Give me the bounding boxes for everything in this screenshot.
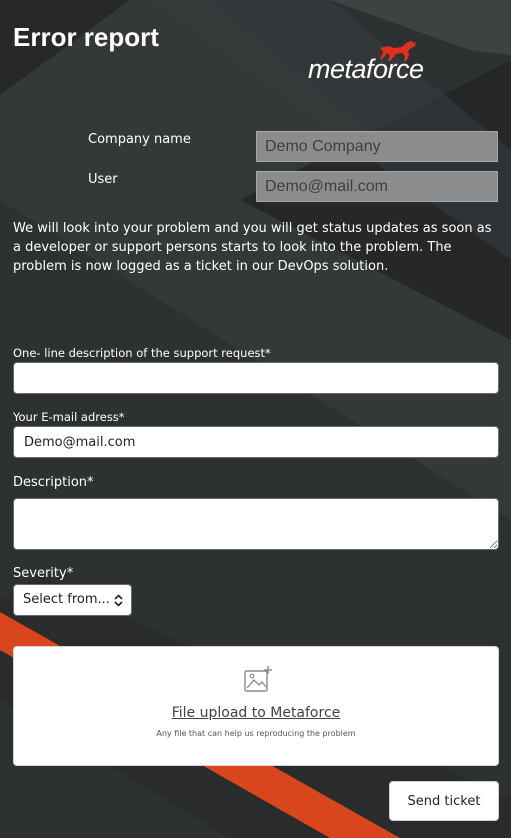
- oneline-label: One- line description of the support req…: [13, 346, 271, 360]
- severity-selected-value: Select from...: [23, 592, 110, 607]
- description-label: Description*: [13, 475, 94, 490]
- file-upload-link[interactable]: File upload to Metaforce: [14, 705, 498, 721]
- metaforce-logo: metaforce: [308, 40, 448, 90]
- file-upload-hint: Any file that can help us reproducing th…: [156, 729, 356, 738]
- add-image-icon: [244, 666, 272, 692]
- description-textarea[interactable]: [13, 498, 499, 550]
- send-ticket-button[interactable]: Send ticket: [389, 781, 499, 821]
- email-label: Your E-mail adress*: [13, 410, 125, 424]
- logo-wordmark: metaforce: [308, 54, 424, 84]
- oneline-description-input[interactable]: [13, 362, 499, 394]
- user-field: Demo@mail.com: [256, 171, 498, 202]
- company-name-label: Company name: [88, 132, 191, 147]
- email-input[interactable]: [13, 426, 499, 458]
- user-label: User: [88, 172, 118, 187]
- severity-label: Severity*: [13, 566, 74, 581]
- severity-select[interactable]: Select from...: [13, 584, 132, 616]
- intro-text: We will look into your problem and you w…: [13, 221, 492, 274]
- chevron-updown-icon: [114, 594, 123, 607]
- company-name-field: Demo Company: [256, 131, 498, 162]
- file-upload-dropzone[interactable]: File upload to Metaforce Any file that c…: [13, 646, 499, 766]
- page-title: Error report: [13, 22, 159, 52]
- error-report-page: Error report metaforce Company name Demo…: [0, 0, 511, 838]
